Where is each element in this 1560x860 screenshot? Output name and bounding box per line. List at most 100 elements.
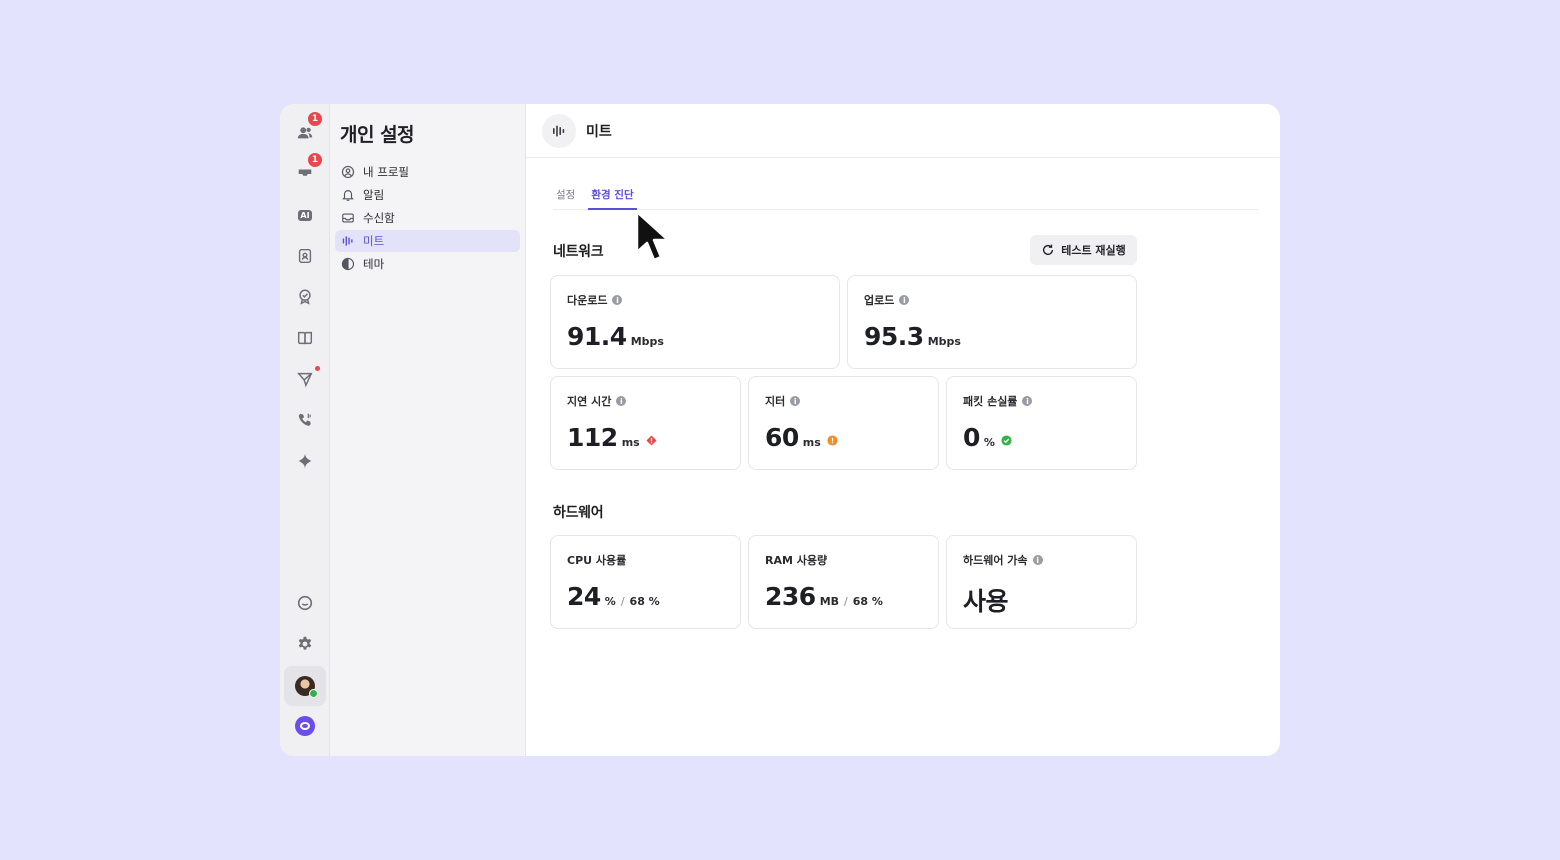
sidebar-item-label: 내 프로필: [363, 165, 409, 179]
theme-icon: [341, 257, 355, 271]
ai-button[interactable]: AI: [284, 196, 326, 234]
address-book-button[interactable]: [284, 237, 326, 275]
jitter-value: 60: [765, 423, 799, 452]
tab-settings[interactable]: 설정: [553, 186, 578, 210]
hw-acceleration-value: 사용: [963, 587, 1009, 616]
separator: /: [620, 595, 625, 608]
page-header: 미트: [526, 104, 1280, 158]
audio-wave-icon: [342, 236, 353, 246]
info-icon[interactable]: i: [899, 295, 910, 305]
app-logo-button[interactable]: [284, 707, 326, 745]
hw-acceleration-label: 하드웨어 가속: [963, 554, 1028, 567]
online-status-dot: [309, 689, 318, 698]
sidebar-item-meet[interactable]: 미트: [335, 230, 520, 252]
info-icon[interactable]: i: [1032, 555, 1043, 565]
docs-button[interactable]: [284, 319, 326, 357]
icon-rail: 1 1 AI: [280, 104, 330, 756]
ram-value: 236: [765, 582, 816, 611]
hw-acceleration-card: 하드웨어 가속 i 사용: [946, 535, 1137, 629]
send-dot-badge: [315, 366, 320, 371]
refresh-icon: [1043, 244, 1054, 256]
settings-sidebar: 개인 설정 내 프로필 알림 수신함 미트 테마: [330, 104, 526, 756]
ok-status-icon: [1001, 435, 1012, 446]
sidebar-item-profile[interactable]: 내 프로필: [335, 161, 520, 183]
jitter-card: 지터 i 60 ms: [748, 376, 939, 470]
cpu-card: CPU 사용률 24% / 68 %: [550, 535, 741, 629]
contacts-button[interactable]: 1: [284, 111, 326, 152]
latency-label: 지연 시간: [567, 395, 612, 408]
latency-value: 112: [567, 423, 618, 452]
chat-bot-button[interactable]: [284, 584, 326, 622]
bell-icon: [342, 190, 354, 201]
ram-label: RAM 사용량: [765, 554, 828, 567]
download-label: 다운로드: [567, 294, 608, 307]
sidebar-item-label: 테마: [363, 257, 385, 271]
app-logo-icon: [295, 716, 315, 736]
tab-diagnostics[interactable]: 환경 진단: [588, 186, 637, 210]
upload-card: 업로드 i 95.3 Mbps: [847, 275, 1137, 369]
avatar: [295, 676, 318, 698]
book-icon: [297, 331, 313, 345]
packet-loss-value: 0: [963, 423, 980, 452]
cpu-label: CPU 사용률: [567, 554, 627, 567]
upload-unit: Mbps: [927, 335, 961, 348]
ram-unit: MB: [819, 595, 840, 608]
hardware-section-title: 하드웨어: [553, 505, 604, 521]
retest-button[interactable]: 테스트 재실행: [1030, 235, 1137, 265]
download-unit: Mbps: [630, 335, 664, 348]
mouse-cursor-icon: [635, 210, 670, 262]
warning-status-icon: [827, 435, 838, 446]
header-audio-wave-icon: [542, 113, 576, 148]
cpu-secondary: 68 %: [629, 595, 660, 608]
people-icon: [297, 127, 313, 139]
sidebar-item-inbox[interactable]: 수신함: [335, 207, 520, 229]
sidebar-item-label: 알림: [363, 188, 385, 202]
approval-button[interactable]: [284, 278, 326, 316]
ai-icon: AI: [298, 209, 312, 221]
upload-label: 업로드: [864, 294, 895, 307]
separator: /: [844, 595, 848, 608]
page-title: 미트: [586, 123, 612, 140]
info-icon[interactable]: i: [616, 396, 627, 406]
sparkle-button[interactable]: [284, 442, 326, 480]
jitter-unit: ms: [802, 436, 821, 449]
phone-icon: [298, 413, 311, 426]
download-card: 다운로드 i 91.4 Mbps: [550, 275, 840, 369]
app-window: 1 1 AI 개인 설정 내 프로필 알림 수신함 미트 테마 미트 설정 환경…: [280, 104, 1280, 756]
main-panel: 미트 설정 환경 진단 네트워크 테스트 재실행 다운로드 i 91.4 Mbps …: [526, 104, 1280, 756]
contacts-badge: 1: [307, 111, 323, 127]
chat-bubble-icon: [297, 595, 313, 611]
call-button[interactable]: [284, 401, 326, 439]
sidebar-item-label: 수신함: [363, 211, 395, 225]
sidebar-item-notifications[interactable]: 알림: [335, 184, 520, 206]
sidebar-title: 개인 설정: [340, 124, 415, 146]
sidebar-item-theme[interactable]: 테마: [335, 253, 520, 275]
cpu-value: 24: [567, 582, 601, 611]
inbox-badge: 1: [307, 152, 323, 168]
jitter-label: 지터: [765, 395, 786, 408]
latency-unit: ms: [621, 436, 640, 449]
packet-loss-label: 패킷 손실률: [963, 395, 1018, 408]
gear-icon: [298, 636, 312, 650]
address-book-icon: [298, 248, 312, 264]
inbox-icon: [342, 213, 354, 223]
upload-value: 95.3: [864, 322, 924, 351]
ram-secondary: 68 %: [852, 595, 883, 608]
inbox-icon: [298, 169, 312, 179]
info-icon[interactable]: i: [612, 295, 623, 305]
settings-button[interactable]: [284, 625, 326, 663]
sparkle-icon: [298, 453, 312, 469]
badge-check-icon: [299, 289, 311, 305]
info-icon[interactable]: i: [790, 396, 801, 406]
inbox-button[interactable]: 1: [284, 152, 326, 193]
paper-plane-icon: [297, 372, 313, 388]
sidebar-item-label: 미트: [363, 234, 385, 248]
latency-card: 지연 시간 i 112 ms: [550, 376, 741, 470]
network-section-title: 네트워크: [553, 244, 604, 260]
send-button[interactable]: [284, 360, 326, 398]
profile-avatar-button[interactable]: [284, 666, 326, 706]
packet-loss-unit: %: [983, 436, 995, 449]
error-status-icon: [646, 435, 657, 446]
ram-card: RAM 사용량 236 MB / 68 %: [748, 535, 939, 629]
info-icon[interactable]: i: [1022, 396, 1033, 406]
